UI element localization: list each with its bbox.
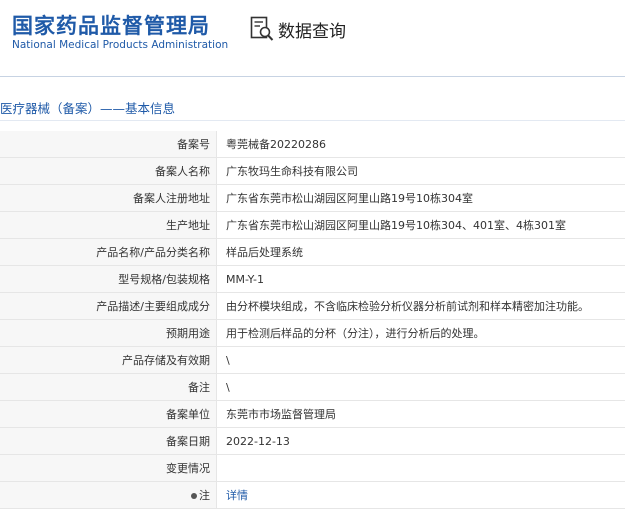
row-value <box>216 454 625 482</box>
table-row: 备案号 粤莞械备20220286 <box>0 131 625 158</box>
row-value: 用于检测后样品的分杯（分注），进行分析后的处理。 <box>216 319 625 347</box>
row-label: 产品名称/产品分类名称 <box>0 238 217 266</box>
table-row: 注 详情 <box>0 481 625 509</box>
table-row: 生产地址 广东省东莞市松山湖园区阿里山路19号10栋304、401室、4栋301… <box>0 211 625 239</box>
row-value: MM-Y-1 <box>216 265 625 293</box>
row-value: 2022-12-13 <box>216 427 625 455</box>
search-document-icon <box>250 16 274 41</box>
row-label: 型号规格/包装规格 <box>0 265 217 293</box>
table-row: 产品名称/产品分类名称 样品后处理系统 <box>0 238 625 266</box>
row-label: 产品描述/主要组成成分 <box>0 292 217 320</box>
page-title: 数据查询 <box>278 22 346 42</box>
section-header: 医疗器械（备案）——基本信息 <box>0 92 625 121</box>
note-label-cell: 注 <box>0 481 217 509</box>
row-label: 生产地址 <box>0 211 217 239</box>
row-value: \ <box>216 346 625 374</box>
row-value: 粤莞械备20220286 <box>216 131 625 158</box>
row-label: 备注 <box>0 373 217 401</box>
row-label: 注 <box>199 489 210 502</box>
section-title: 医疗器械（备案）——基本信息 <box>0 101 176 116</box>
table-row: 备案人名称 广东牧玛生命科技有限公司 <box>0 157 625 185</box>
row-label: 备案人注册地址 <box>0 184 217 212</box>
detail-table: 备案号 粤莞械备20220286 备案人名称 广东牧玛生命科技有限公司 备案人注… <box>0 131 625 509</box>
row-value: 样品后处理系统 <box>216 238 625 266</box>
row-value: 广东省东莞市松山湖园区阿里山路19号10栋304、401室、4栋301室 <box>216 211 625 239</box>
logo-title-cn[interactable]: 国家药品监督管理局 <box>12 10 210 40</box>
row-value: 由分杯模块组成，不含临床检验分析仪器分析前试剂和样本精密加注功能。 <box>216 292 625 320</box>
table-row: 型号规格/包装规格 MM-Y-1 <box>0 265 625 293</box>
row-label: 产品存储及有效期 <box>0 346 217 374</box>
row-label: 预期用途 <box>0 319 217 347</box>
row-label: 备案日期 <box>0 427 217 455</box>
row-value-cell: 详情 <box>216 481 625 509</box>
bulb-icon <box>191 493 197 499</box>
table-row: 预期用途 用于检测后样品的分杯（分注），进行分析后的处理。 <box>0 319 625 347</box>
table-row: 备案单位 东莞市市场监督管理局 <box>0 400 625 428</box>
row-value: \ <box>216 373 625 401</box>
site-header: 国家药品监督管理局 National Medical Products Admi… <box>0 0 625 64</box>
logo-title-en[interactable]: National Medical Products Administration <box>12 39 228 51</box>
row-value: 广东牧玛生命科技有限公司 <box>216 157 625 185</box>
header-divider <box>0 76 625 77</box>
details-link[interactable]: 详情 <box>226 489 248 502</box>
row-label: 备案人名称 <box>0 157 217 185</box>
row-label: 变更情况 <box>0 454 217 482</box>
row-value: 东莞市市场监督管理局 <box>216 400 625 428</box>
table-row: 备案日期 2022-12-13 <box>0 427 625 455</box>
table-row: 备案人注册地址 广东省东莞市松山湖园区阿里山路19号10栋304室 <box>0 184 625 212</box>
row-label: 备案号 <box>0 131 217 158</box>
table-row: 变更情况 <box>0 454 625 482</box>
row-value: 广东省东莞市松山湖园区阿里山路19号10栋304室 <box>216 184 625 212</box>
row-label: 备案单位 <box>0 400 217 428</box>
table-row: 产品描述/主要组成成分 由分杯模块组成，不含临床检验分析仪器分析前试剂和样本精密… <box>0 292 625 320</box>
table-row: 产品存储及有效期 \ <box>0 346 625 374</box>
table-row: 备注 \ <box>0 373 625 401</box>
